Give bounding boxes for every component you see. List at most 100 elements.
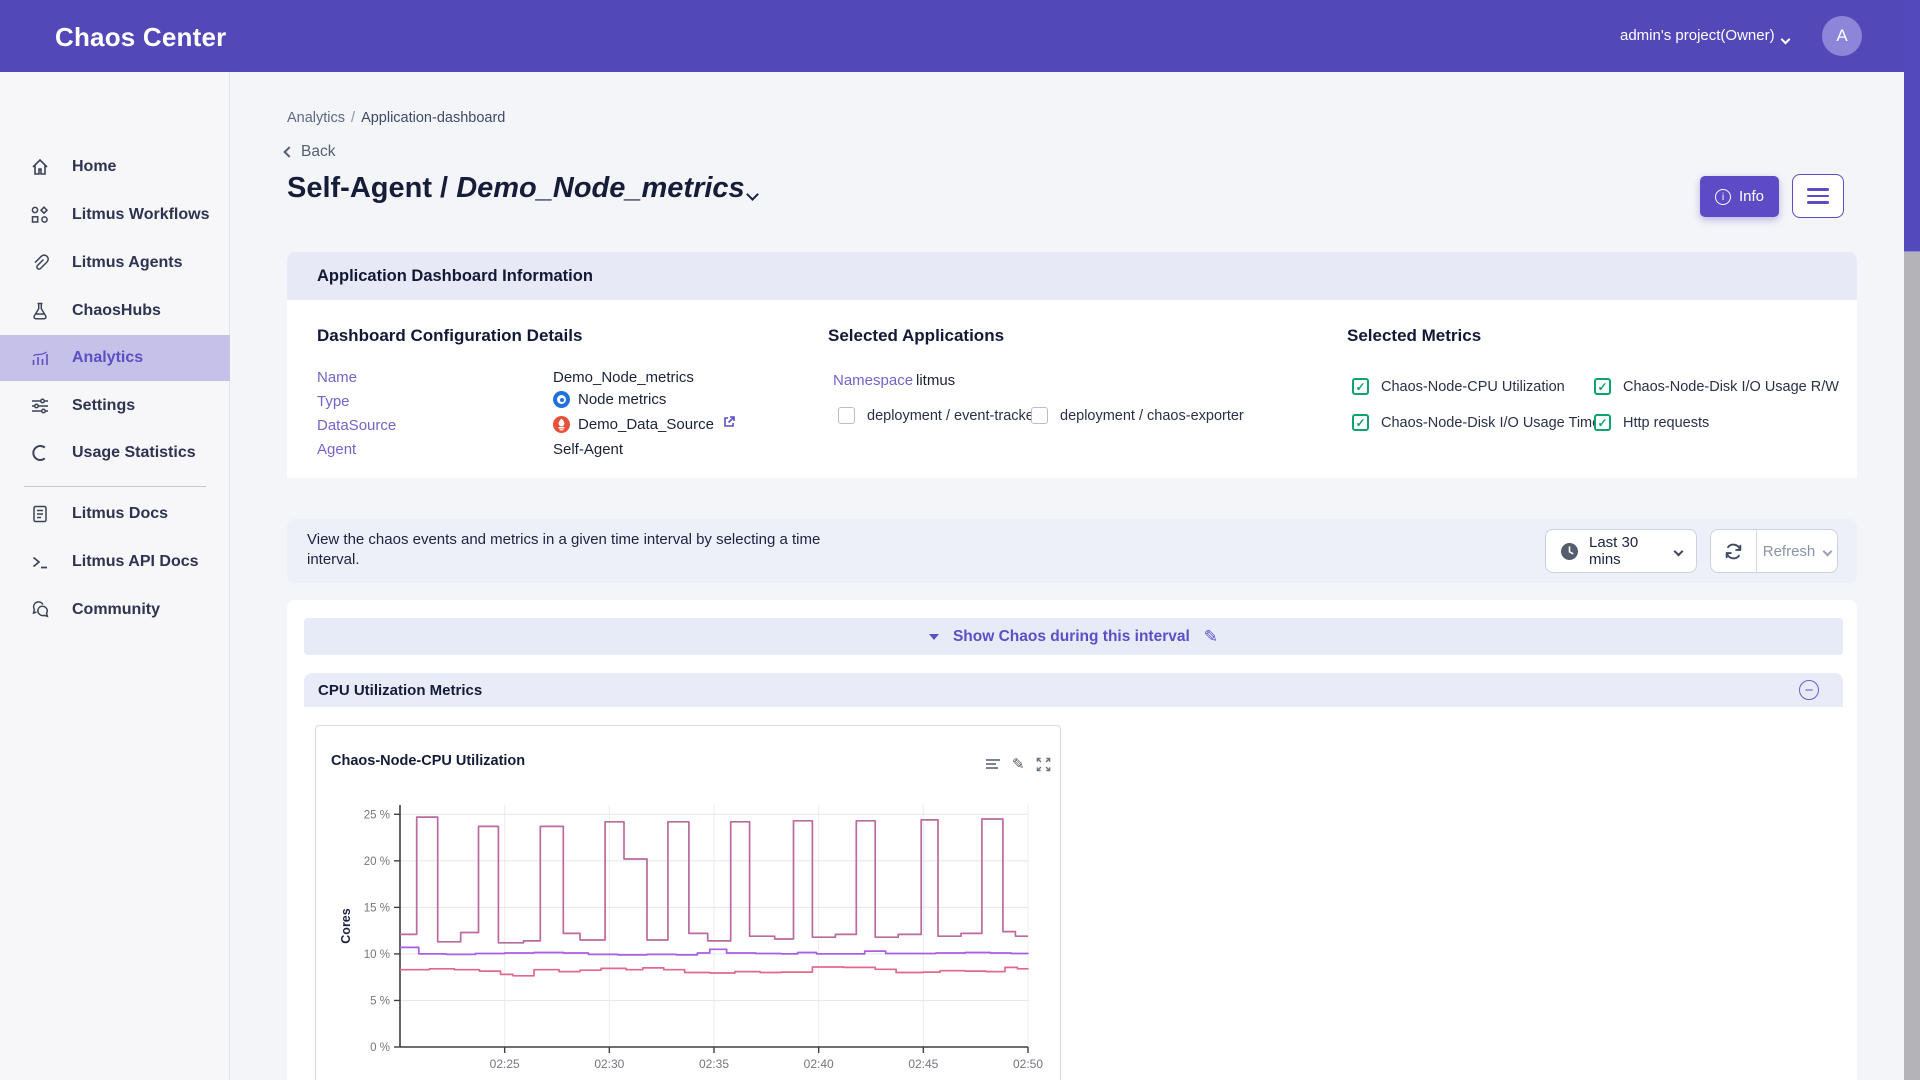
document-icon	[30, 504, 50, 524]
options-menu-button[interactable]	[1792, 174, 1844, 218]
metric-checkbox-disk-io-rw[interactable]: Chaos-Node-Disk I/O Usage R/W	[1594, 378, 1839, 395]
config-type-label: Type	[317, 393, 350, 410]
sidebar: Home Litmus Workflows Litmus Agents Chao…	[0, 72, 230, 1080]
chart-expand-icon[interactable]	[1036, 757, 1051, 772]
dashboard-switcher-chevron-icon[interactable]	[748, 186, 757, 204]
chevron-down-icon	[1674, 546, 1684, 556]
info-icon	[1715, 189, 1731, 205]
edit-pencil-icon[interactable]	[1204, 627, 1218, 647]
sidebar-item-litmus-agents[interactable]: Litmus Agents	[0, 240, 230, 286]
config-agent-value: Self-Agent	[553, 441, 623, 458]
checkbox-checked-icon[interactable]	[1352, 378, 1369, 395]
svg-text:0 %: 0 %	[370, 1042, 390, 1054]
svg-text:20 %: 20 %	[364, 856, 390, 868]
config-datasource-value: Demo_Data_Source	[553, 415, 736, 433]
metric-checkbox-http-requests[interactable]: Http requests	[1594, 414, 1709, 431]
config-name-label: Name	[317, 369, 357, 386]
svg-text:02:30: 02:30	[594, 1057, 624, 1071]
chaos-center-app: Chaos Center admin's project(Owner) A Ho…	[0, 0, 1920, 1080]
svg-text:02:50: 02:50	[1013, 1057, 1043, 1071]
sidebar-divider	[24, 486, 206, 487]
app-checkbox-chaos-exporter[interactable]: deployment / chaos-exporter	[1031, 407, 1244, 424]
sidebar-item-litmus-workflows[interactable]: Litmus Workflows	[0, 192, 230, 238]
analytics-icon	[30, 348, 50, 368]
project-selector[interactable]: admin's project(Owner)	[1620, 27, 1775, 44]
namespace-label: Namespace	[833, 372, 913, 389]
metric-checkbox-disk-io-times[interactable]: Chaos-Node-Disk I/O Usage Times	[1352, 414, 1607, 431]
info-button-label: Info	[1739, 188, 1764, 205]
breadcrumb: Analytics/Application-dashboard	[287, 110, 505, 126]
chart-edit-icon[interactable]	[1012, 755, 1025, 773]
time-interval-description: View the chaos events and metrics in a g…	[307, 530, 847, 570]
hamburger-icon	[1807, 188, 1829, 191]
metric-checkbox-cpu-utilization[interactable]: Chaos-Node-CPU Utilization	[1352, 378, 1565, 395]
refresh-now-button[interactable]	[1711, 530, 1757, 572]
vertical-scrollbar[interactable]	[1904, 0, 1920, 1080]
sidebar-item-home[interactable]: Home	[0, 144, 230, 190]
sidebar-item-usage-statistics[interactable]: Usage Statistics	[0, 430, 230, 476]
chat-bubbles-icon	[30, 600, 50, 620]
time-range-select[interactable]: Last 30 mins	[1545, 529, 1697, 573]
checkbox-checked-icon[interactable]	[1352, 414, 1369, 431]
sidebar-item-community[interactable]: Community	[0, 587, 230, 633]
show-chaos-label: Show Chaos during this interval	[953, 628, 1190, 646]
back-label: Back	[301, 143, 335, 161]
config-agent-label: Agent	[317, 441, 356, 458]
namespace-value: litmus	[916, 372, 955, 389]
agent-name: Self-Agent /	[287, 172, 448, 204]
svg-text:10 %: 10 %	[364, 949, 390, 961]
checkbox-unchecked-icon[interactable]	[838, 407, 855, 424]
terminal-icon	[30, 552, 50, 572]
svg-text:02:40: 02:40	[804, 1057, 834, 1071]
app-checkbox-event-tracker[interactable]: deployment / event-tracker	[838, 407, 1039, 424]
config-details-title: Dashboard Configuration Details	[317, 326, 582, 346]
chart-title: Chaos-Node-CPU Utilization	[331, 753, 525, 769]
svg-text:5 %: 5 %	[370, 995, 390, 1007]
breadcrumb-analytics[interactable]: Analytics	[287, 110, 345, 126]
svg-text:Cores: Cores	[339, 908, 353, 943]
selected-applications-title: Selected Applications	[828, 326, 1004, 346]
svg-text:02:35: 02:35	[699, 1057, 729, 1071]
sidebar-item-litmus-api-docs[interactable]: Litmus API Docs	[0, 539, 230, 585]
chevron-down-icon	[1823, 546, 1833, 556]
scrollbar-thumb[interactable]	[1904, 0, 1920, 252]
breadcrumb-application-dashboard[interactable]: Application-dashboard	[361, 110, 505, 126]
sidebar-item-analytics[interactable]: Analytics	[0, 335, 230, 381]
sliders-icon	[30, 396, 50, 416]
sidebar-item-settings[interactable]: Settings	[0, 383, 230, 429]
project-chevron-down-icon[interactable]	[1782, 30, 1789, 48]
refresh-interval-select[interactable]: Refresh	[1757, 530, 1837, 572]
info-button[interactable]: Info	[1700, 176, 1779, 217]
prometheus-icon	[553, 416, 570, 433]
sidebar-item-chaoshubs[interactable]: ChaosHubs	[0, 288, 230, 334]
dashboard-name: Demo_Node_metrics	[456, 172, 745, 204]
checkbox-checked-icon[interactable]	[1594, 378, 1611, 395]
info-panel-header: Application Dashboard Information	[287, 252, 1857, 300]
checkbox-checked-icon[interactable]	[1594, 414, 1611, 431]
time-range-value: Last 30 mins	[1589, 534, 1665, 568]
sidebar-item-litmus-docs[interactable]: Litmus Docs	[0, 491, 230, 537]
back-button[interactable]: Back	[285, 143, 335, 161]
home-icon	[30, 157, 50, 177]
chevron-left-icon	[283, 146, 294, 157]
flask-icon	[30, 301, 50, 321]
checkbox-unchecked-icon[interactable]	[1031, 407, 1048, 424]
config-name-value: Demo_Node_metrics	[553, 369, 694, 386]
avatar[interactable]: A	[1822, 16, 1862, 56]
caret-down-icon	[929, 634, 939, 640]
collapse-section-icon[interactable]	[1799, 680, 1819, 700]
node-metrics-icon	[553, 391, 570, 408]
section-title: CPU Utilization Metrics	[318, 682, 482, 699]
config-datasource-label: DataSource	[317, 417, 396, 434]
page-title: Self-Agent / Demo_Node_metrics	[287, 172, 745, 205]
svg-text:02:25: 02:25	[490, 1057, 520, 1071]
app-title: Chaos Center	[55, 22, 226, 53]
refresh-label: Refresh	[1763, 543, 1816, 560]
chart-options-icon[interactable]	[985, 756, 1001, 772]
external-link-icon[interactable]	[722, 415, 736, 433]
chart-toolbar	[985, 755, 1051, 773]
workflows-icon	[30, 205, 50, 225]
config-type-value: Node metrics	[553, 391, 666, 408]
paperclip-icon	[30, 253, 50, 273]
show-chaos-toggle[interactable]: Show Chaos during this interval	[304, 618, 1843, 655]
